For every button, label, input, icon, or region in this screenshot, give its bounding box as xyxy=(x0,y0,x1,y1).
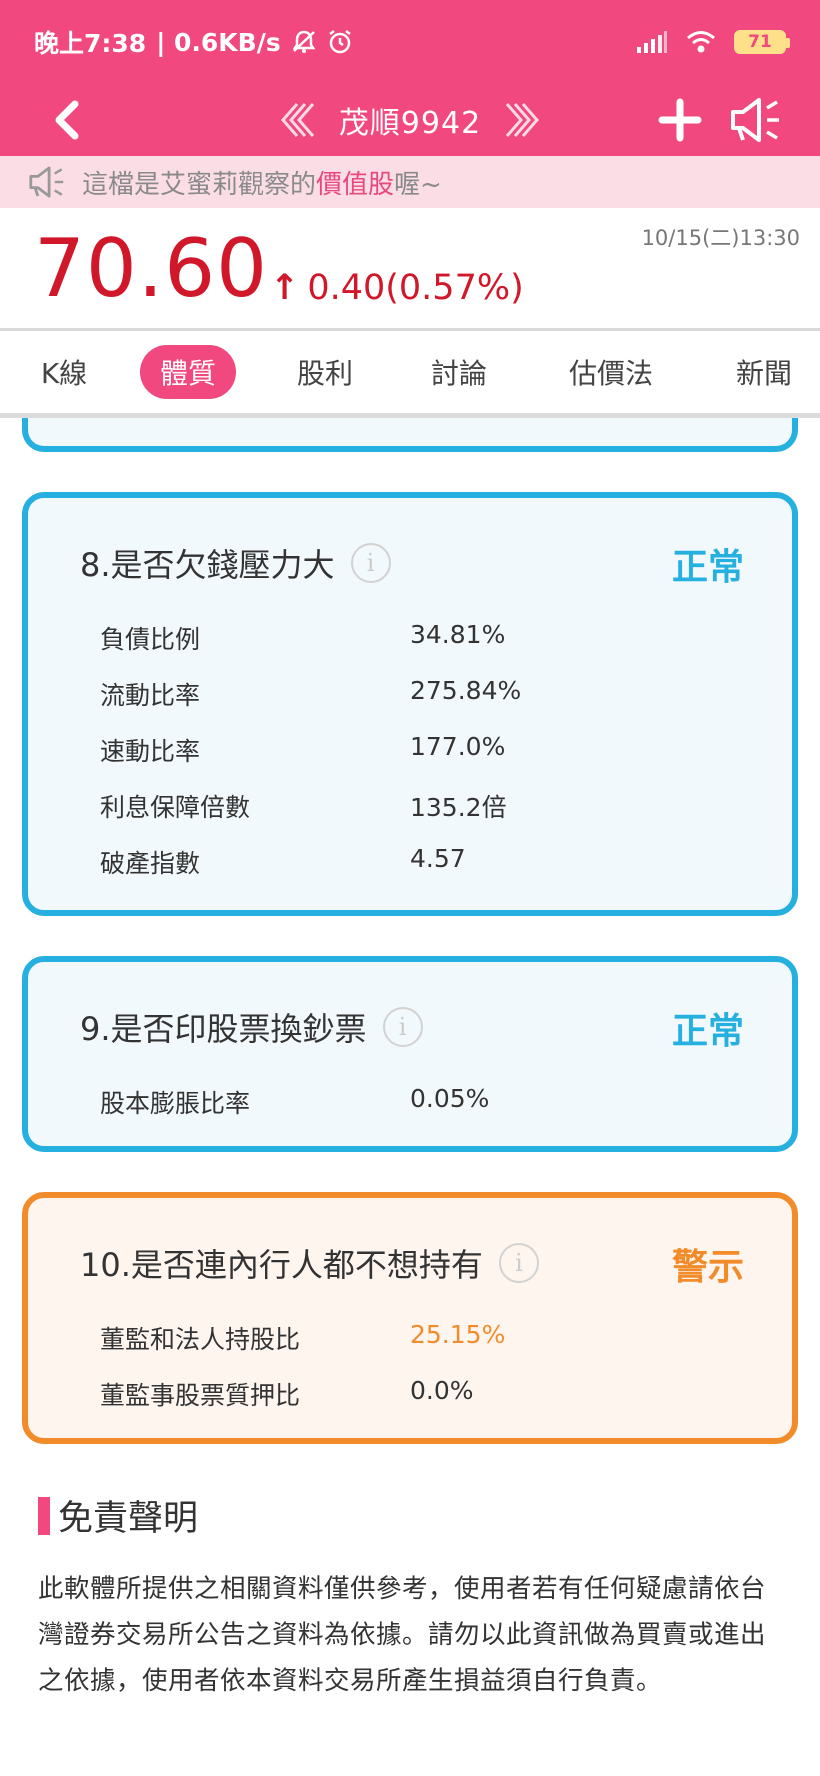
accent-bar xyxy=(38,1496,50,1535)
metric-value: 135.2倍 xyxy=(410,793,507,822)
metric-label: 董監和法人持股比 xyxy=(100,1325,301,1354)
metric-row: 速動比率 177.0% xyxy=(100,732,740,768)
card-title: 8.是否欠錢壓力大 i xyxy=(80,540,391,586)
metric-value: 0.05% xyxy=(410,1084,490,1113)
price-change-value: 0.40(0.57%) xyxy=(307,268,524,308)
notice-highlight[interactable]: 價值股 xyxy=(316,170,394,200)
metric-row: 股本膨脹比率 0.05% xyxy=(100,1084,740,1120)
tab-news[interactable]: 新聞 xyxy=(722,345,806,399)
notice-text: 這檔是艾蜜莉觀察的價值股喔~ xyxy=(82,164,442,201)
chevron-left-icon xyxy=(55,100,79,140)
price-change: ↑ 0.40(0.57%) xyxy=(270,268,524,308)
status-badge: 正常 xyxy=(671,1011,744,1052)
disclaimer-text: 此軟體所提供之相關資料僅供參考，使用者若有任何疑慮請依台灣證券交易所公告之資料為… xyxy=(38,1574,767,1696)
notice-suffix: 喔~ xyxy=(394,169,442,200)
metric-value: 4.57 xyxy=(410,844,466,873)
tab-valuation[interactable]: 估價法 xyxy=(556,345,666,399)
metric-label: 股本膨脹比率 xyxy=(100,1089,251,1118)
status-badge: 正常 xyxy=(671,547,744,588)
nav-bar: 茂順9942 xyxy=(0,84,820,156)
battery-icon: 71 xyxy=(734,30,790,54)
info-icon[interactable]: i xyxy=(350,543,391,583)
plus-icon xyxy=(658,98,702,142)
metric-row: 董監和法人持股比 25.15% xyxy=(100,1320,740,1356)
metric-row: 董監事股票質押比 0.0% xyxy=(100,1376,740,1412)
notice-banner: 這檔是艾蜜莉觀察的價值股喔~ xyxy=(0,156,820,208)
alarm-clock-icon xyxy=(329,30,351,54)
tab-fundamentals[interactable]: 體質 xyxy=(140,345,236,399)
signal-icon xyxy=(637,31,667,53)
megaphone-icon xyxy=(29,166,64,198)
add-button[interactable] xyxy=(652,92,708,148)
status-network-speed: | 0.6KB/s xyxy=(156,27,281,57)
metric-value: 25.15% xyxy=(410,1320,506,1349)
metric-label: 負債比例 xyxy=(100,625,201,654)
quote-panel: 70.60 ↑ 0.40(0.57%) 10/15(二)13:30 xyxy=(0,208,820,328)
info-icon[interactable]: i xyxy=(498,1243,539,1283)
tab-discussion[interactable]: 討論 xyxy=(414,345,504,399)
status-bar: 晚上7:38 | 0.6KB/s 71 xyxy=(0,0,820,84)
metric-label: 速動比率 xyxy=(100,737,201,766)
wifi-icon xyxy=(687,31,715,53)
tab-kline[interactable]: K線 xyxy=(22,345,106,399)
metric-label: 流動比率 xyxy=(100,681,201,710)
tab-bar: K線 體質 股利 討論 估價法 新聞 xyxy=(0,331,820,413)
metric-value: 0.0% xyxy=(410,1376,474,1405)
divider xyxy=(0,413,820,418)
quote-timestamp: 10/15(二)13:30 xyxy=(641,226,800,250)
tab-dividend[interactable]: 股利 xyxy=(280,345,370,399)
status-time: 晚上7:38 xyxy=(34,29,147,58)
disclaimer-heading: 免責聲明 xyxy=(38,1490,198,1541)
metric-row: 利息保障倍數 135.2倍 xyxy=(100,788,740,824)
metric-value: 275.84% xyxy=(410,676,522,705)
insider-holding-card: 10.是否連內行人都不想持有 i 警示 董監和法人持股比 25.15% 董監事股… xyxy=(22,1192,798,1444)
metric-label: 破產指數 xyxy=(100,849,201,878)
disclaimer-title: 免責聲明 xyxy=(58,1499,199,1539)
back-button[interactable] xyxy=(40,92,92,148)
announce-button[interactable] xyxy=(726,92,786,148)
double-chevron-left-icon[interactable] xyxy=(277,100,321,140)
metric-value: 34.81% xyxy=(410,620,506,649)
card-title-text: 10.是否連內行人都不想持有 xyxy=(80,1246,483,1284)
share-dilution-card: 9.是否印股票換鈔票 i 正常 股本膨脹比率 0.05% xyxy=(22,956,798,1152)
stock-title: 茂順9942 xyxy=(338,106,482,141)
notice-prefix: 這檔是艾蜜莉觀察的 xyxy=(82,169,317,200)
battery-level: 71 xyxy=(748,32,772,52)
metric-label: 利息保障倍數 xyxy=(100,793,251,822)
mute-bell-icon xyxy=(292,30,316,53)
debt-pressure-card: 8.是否欠錢壓力大 i 正常 負債比例 34.81% 流動比率 275.84% … xyxy=(22,492,798,916)
status-badge: 警示 xyxy=(671,1247,744,1288)
card-title-text: 9.是否印股票換鈔票 xyxy=(80,1010,367,1048)
metric-row: 負債比例 34.81% xyxy=(100,620,740,656)
megaphone-icon xyxy=(731,98,779,142)
metric-row: 破產指數 4.57 xyxy=(100,844,740,880)
card-title-text: 8.是否欠錢壓力大 xyxy=(80,546,335,584)
metric-label: 董監事股票質押比 xyxy=(100,1381,301,1410)
stock-price: 70.60 xyxy=(34,222,269,315)
metric-row: 流動比率 275.84% xyxy=(100,676,740,712)
info-icon[interactable]: i xyxy=(382,1007,423,1047)
double-chevron-right-icon[interactable] xyxy=(499,100,543,140)
card-title: 9.是否印股票換鈔票 i xyxy=(80,1004,423,1050)
metric-value: 177.0% xyxy=(410,732,506,761)
arrow-up-icon: ↑ xyxy=(270,268,300,308)
card-title: 10.是否連內行人都不想持有 i xyxy=(80,1240,539,1286)
